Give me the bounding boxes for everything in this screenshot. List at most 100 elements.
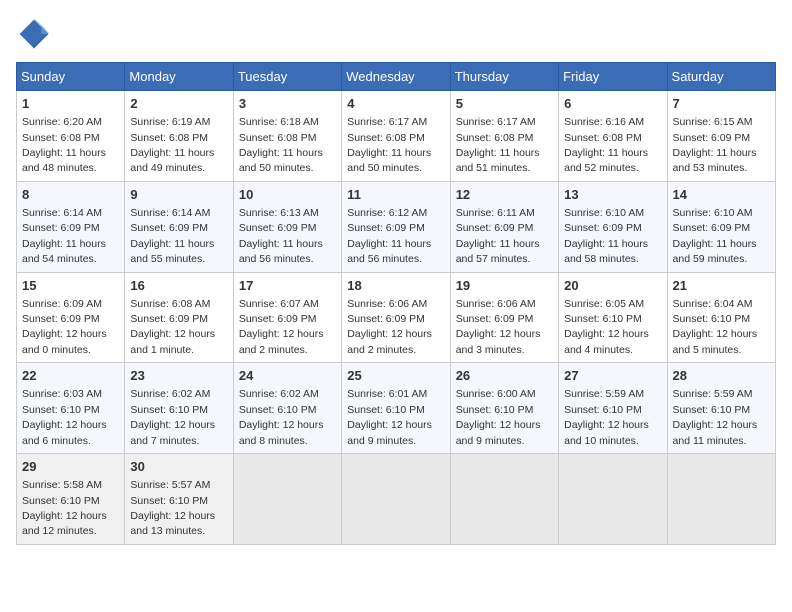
calendar-cell: 5 Sunrise: 6:17 AMSunset: 6:08 PMDayligh… bbox=[450, 91, 558, 182]
calendar-cell: 17 Sunrise: 6:07 AMSunset: 6:09 PMDaylig… bbox=[233, 272, 341, 363]
calendar-cell bbox=[233, 454, 341, 545]
day-info: Sunrise: 6:00 AMSunset: 6:10 PMDaylight:… bbox=[456, 388, 541, 446]
calendar-cell: 15 Sunrise: 6:09 AMSunset: 6:09 PMDaylig… bbox=[17, 272, 125, 363]
calendar-cell: 1 Sunrise: 6:20 AMSunset: 6:08 PMDayligh… bbox=[17, 91, 125, 182]
day-number: 27 bbox=[564, 367, 661, 385]
weekday-header-friday: Friday bbox=[559, 63, 667, 91]
calendar-cell bbox=[667, 454, 775, 545]
weekday-header-sunday: Sunday bbox=[17, 63, 125, 91]
day-info: Sunrise: 6:01 AMSunset: 6:10 PMDaylight:… bbox=[347, 388, 432, 446]
calendar-cell bbox=[342, 454, 450, 545]
calendar-cell: 13 Sunrise: 6:10 AMSunset: 6:09 PMDaylig… bbox=[559, 181, 667, 272]
day-number: 7 bbox=[673, 95, 770, 113]
day-number: 8 bbox=[22, 186, 119, 204]
day-number: 11 bbox=[347, 186, 444, 204]
day-info: Sunrise: 6:18 AMSunset: 6:08 PMDaylight:… bbox=[239, 116, 323, 174]
day-info: Sunrise: 5:58 AMSunset: 6:10 PMDaylight:… bbox=[22, 479, 107, 537]
day-info: Sunrise: 5:59 AMSunset: 6:10 PMDaylight:… bbox=[673, 388, 758, 446]
calendar-cell: 28 Sunrise: 5:59 AMSunset: 6:10 PMDaylig… bbox=[667, 363, 775, 454]
calendar-cell bbox=[559, 454, 667, 545]
calendar-cell: 14 Sunrise: 6:10 AMSunset: 6:09 PMDaylig… bbox=[667, 181, 775, 272]
calendar-table: SundayMondayTuesdayWednesdayThursdayFrid… bbox=[16, 62, 776, 545]
day-info: Sunrise: 6:16 AMSunset: 6:08 PMDaylight:… bbox=[564, 116, 648, 174]
day-number: 19 bbox=[456, 277, 553, 295]
logo-icon bbox=[16, 16, 52, 52]
calendar-cell: 4 Sunrise: 6:17 AMSunset: 6:08 PMDayligh… bbox=[342, 91, 450, 182]
page-header bbox=[16, 16, 776, 52]
day-number: 5 bbox=[456, 95, 553, 113]
weekday-header-thursday: Thursday bbox=[450, 63, 558, 91]
calendar-cell: 2 Sunrise: 6:19 AMSunset: 6:08 PMDayligh… bbox=[125, 91, 233, 182]
day-number: 14 bbox=[673, 186, 770, 204]
calendar-cell: 19 Sunrise: 6:06 AMSunset: 6:09 PMDaylig… bbox=[450, 272, 558, 363]
calendar-cell: 26 Sunrise: 6:00 AMSunset: 6:10 PMDaylig… bbox=[450, 363, 558, 454]
day-number: 18 bbox=[347, 277, 444, 295]
calendar-cell: 9 Sunrise: 6:14 AMSunset: 6:09 PMDayligh… bbox=[125, 181, 233, 272]
calendar-cell: 20 Sunrise: 6:05 AMSunset: 6:10 PMDaylig… bbox=[559, 272, 667, 363]
day-info: Sunrise: 6:06 AMSunset: 6:09 PMDaylight:… bbox=[456, 298, 541, 356]
day-info: Sunrise: 5:59 AMSunset: 6:10 PMDaylight:… bbox=[564, 388, 649, 446]
weekday-header-tuesday: Tuesday bbox=[233, 63, 341, 91]
calendar-cell: 6 Sunrise: 6:16 AMSunset: 6:08 PMDayligh… bbox=[559, 91, 667, 182]
day-info: Sunrise: 6:10 AMSunset: 6:09 PMDaylight:… bbox=[564, 207, 648, 265]
day-info: Sunrise: 6:06 AMSunset: 6:09 PMDaylight:… bbox=[347, 298, 432, 356]
calendar-cell: 7 Sunrise: 6:15 AMSunset: 6:09 PMDayligh… bbox=[667, 91, 775, 182]
day-info: Sunrise: 6:14 AMSunset: 6:09 PMDaylight:… bbox=[130, 207, 214, 265]
weekday-header-wednesday: Wednesday bbox=[342, 63, 450, 91]
day-info: Sunrise: 6:07 AMSunset: 6:09 PMDaylight:… bbox=[239, 298, 324, 356]
day-info: Sunrise: 6:14 AMSunset: 6:09 PMDaylight:… bbox=[22, 207, 106, 265]
day-number: 30 bbox=[130, 458, 227, 476]
day-info: Sunrise: 6:05 AMSunset: 6:10 PMDaylight:… bbox=[564, 298, 649, 356]
day-number: 29 bbox=[22, 458, 119, 476]
day-info: Sunrise: 6:20 AMSunset: 6:08 PMDaylight:… bbox=[22, 116, 106, 174]
calendar-cell: 11 Sunrise: 6:12 AMSunset: 6:09 PMDaylig… bbox=[342, 181, 450, 272]
calendar-cell: 25 Sunrise: 6:01 AMSunset: 6:10 PMDaylig… bbox=[342, 363, 450, 454]
day-number: 1 bbox=[22, 95, 119, 113]
day-info: Sunrise: 6:03 AMSunset: 6:10 PMDaylight:… bbox=[22, 388, 107, 446]
day-number: 23 bbox=[130, 367, 227, 385]
day-info: Sunrise: 6:10 AMSunset: 6:09 PMDaylight:… bbox=[673, 207, 757, 265]
calendar-cell: 24 Sunrise: 6:02 AMSunset: 6:10 PMDaylig… bbox=[233, 363, 341, 454]
day-number: 4 bbox=[347, 95, 444, 113]
day-info: Sunrise: 6:02 AMSunset: 6:10 PMDaylight:… bbox=[239, 388, 324, 446]
day-info: Sunrise: 5:57 AMSunset: 6:10 PMDaylight:… bbox=[130, 479, 215, 537]
calendar-cell: 30 Sunrise: 5:57 AMSunset: 6:10 PMDaylig… bbox=[125, 454, 233, 545]
day-info: Sunrise: 6:11 AMSunset: 6:09 PMDaylight:… bbox=[456, 207, 540, 265]
day-info: Sunrise: 6:17 AMSunset: 6:08 PMDaylight:… bbox=[456, 116, 540, 174]
calendar-cell: 27 Sunrise: 5:59 AMSunset: 6:10 PMDaylig… bbox=[559, 363, 667, 454]
day-info: Sunrise: 6:15 AMSunset: 6:09 PMDaylight:… bbox=[673, 116, 757, 174]
day-number: 15 bbox=[22, 277, 119, 295]
calendar-cell: 8 Sunrise: 6:14 AMSunset: 6:09 PMDayligh… bbox=[17, 181, 125, 272]
calendar-cell: 18 Sunrise: 6:06 AMSunset: 6:09 PMDaylig… bbox=[342, 272, 450, 363]
day-number: 20 bbox=[564, 277, 661, 295]
day-info: Sunrise: 6:04 AMSunset: 6:10 PMDaylight:… bbox=[673, 298, 758, 356]
calendar-cell: 10 Sunrise: 6:13 AMSunset: 6:09 PMDaylig… bbox=[233, 181, 341, 272]
day-number: 10 bbox=[239, 186, 336, 204]
day-info: Sunrise: 6:12 AMSunset: 6:09 PMDaylight:… bbox=[347, 207, 431, 265]
calendar-cell: 16 Sunrise: 6:08 AMSunset: 6:09 PMDaylig… bbox=[125, 272, 233, 363]
day-number: 17 bbox=[239, 277, 336, 295]
day-number: 13 bbox=[564, 186, 661, 204]
day-number: 24 bbox=[239, 367, 336, 385]
calendar-cell bbox=[450, 454, 558, 545]
calendar-cell: 29 Sunrise: 5:58 AMSunset: 6:10 PMDaylig… bbox=[17, 454, 125, 545]
day-number: 26 bbox=[456, 367, 553, 385]
day-info: Sunrise: 6:02 AMSunset: 6:10 PMDaylight:… bbox=[130, 388, 215, 446]
day-number: 12 bbox=[456, 186, 553, 204]
day-info: Sunrise: 6:08 AMSunset: 6:09 PMDaylight:… bbox=[130, 298, 215, 356]
day-number: 25 bbox=[347, 367, 444, 385]
day-info: Sunrise: 6:09 AMSunset: 6:09 PMDaylight:… bbox=[22, 298, 107, 356]
day-info: Sunrise: 6:17 AMSunset: 6:08 PMDaylight:… bbox=[347, 116, 431, 174]
logo bbox=[16, 16, 56, 52]
day-info: Sunrise: 6:19 AMSunset: 6:08 PMDaylight:… bbox=[130, 116, 214, 174]
day-info: Sunrise: 6:13 AMSunset: 6:09 PMDaylight:… bbox=[239, 207, 323, 265]
day-number: 21 bbox=[673, 277, 770, 295]
day-number: 28 bbox=[673, 367, 770, 385]
calendar-cell: 12 Sunrise: 6:11 AMSunset: 6:09 PMDaylig… bbox=[450, 181, 558, 272]
day-number: 9 bbox=[130, 186, 227, 204]
calendar-cell: 21 Sunrise: 6:04 AMSunset: 6:10 PMDaylig… bbox=[667, 272, 775, 363]
calendar-cell: 23 Sunrise: 6:02 AMSunset: 6:10 PMDaylig… bbox=[125, 363, 233, 454]
day-number: 6 bbox=[564, 95, 661, 113]
day-number: 3 bbox=[239, 95, 336, 113]
calendar-cell: 22 Sunrise: 6:03 AMSunset: 6:10 PMDaylig… bbox=[17, 363, 125, 454]
